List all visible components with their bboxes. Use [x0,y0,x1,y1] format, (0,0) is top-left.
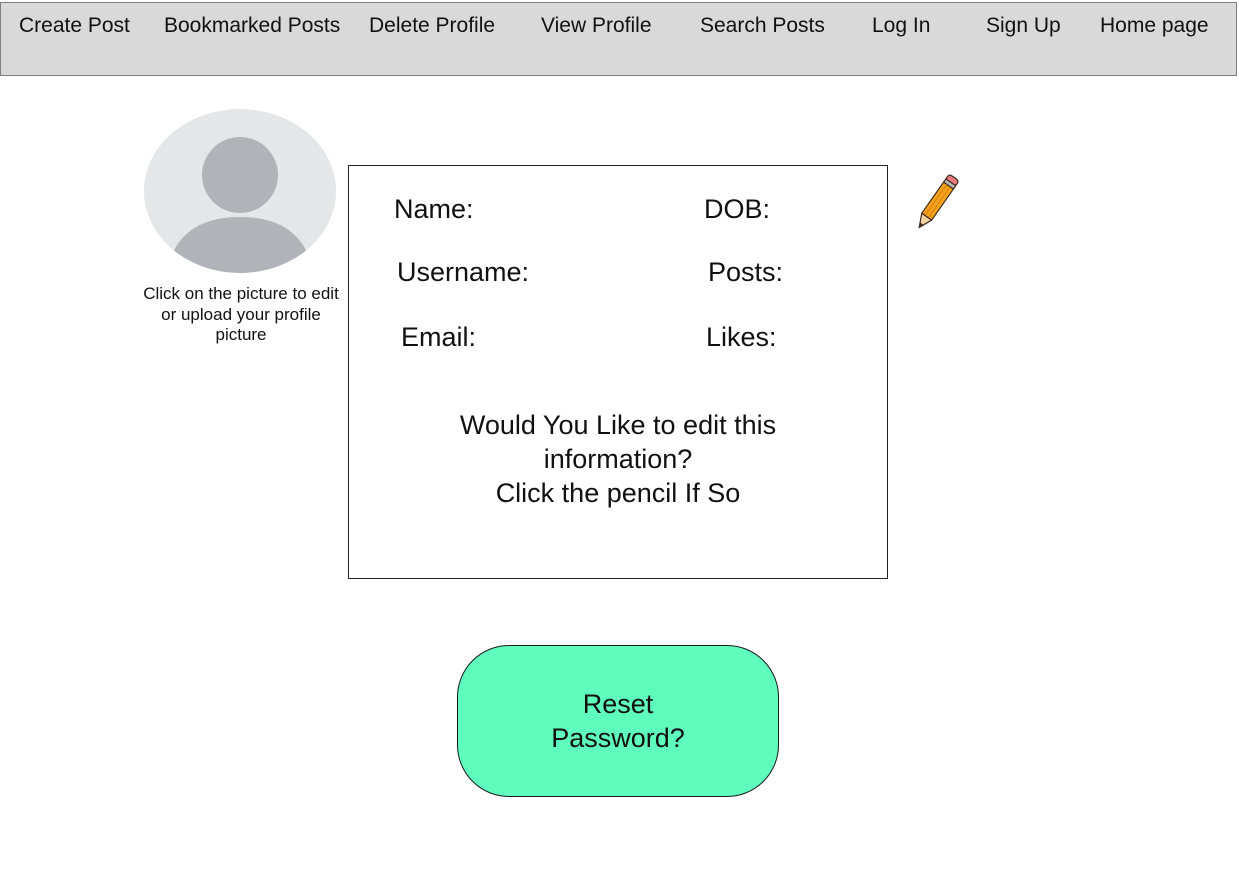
nav-log-in[interactable]: Log In [872,14,930,38]
profile-info-panel: Name: DOB: Username: Posts: Email: Likes… [348,165,888,579]
edit-prompt-line: Would You Like to edit this [459,410,777,440]
nav-create-post[interactable]: Create Post [19,14,130,38]
edit-prompt: Would You Like to edit this information?… [409,408,827,510]
email-label: Email: [401,322,477,352]
nav-home-page[interactable]: Home page [1100,14,1209,38]
reset-password-label: Reset Password? [551,687,685,755]
username-label: Username: [397,257,530,287]
nav-sign-up[interactable]: Sign Up [986,14,1061,38]
name-label: Name: [394,194,474,224]
profile-picture[interactable] [144,109,336,273]
nav-search-posts[interactable]: Search Posts [700,14,825,38]
dob-label: DOB: [704,194,771,224]
edit-info-button[interactable] [906,168,968,236]
profile-page: Create Post Bookmarked Posts Delete Prof… [0,0,1239,883]
posts-label: Posts: [708,257,784,287]
user-silhouette-icon [170,137,310,273]
pencil-icon [918,174,959,229]
reset-password-line: Reset [582,689,654,719]
nav-view-profile[interactable]: View Profile [541,14,652,38]
nav-bookmarked-posts[interactable]: Bookmarked Posts [164,14,340,38]
reset-password-button[interactable]: Reset Password? [457,645,779,797]
edit-prompt-line: Click the pencil If So [495,478,741,508]
reset-password-line: Password? [551,723,685,753]
avatar-caption: Click on the picture to edit or upload y… [143,284,339,344]
edit-prompt-line: information? [543,444,693,474]
nav-delete-profile[interactable]: Delete Profile [369,14,495,38]
likes-label: Likes: [706,322,777,352]
top-navbar: Create Post Bookmarked Posts Delete Prof… [0,2,1237,76]
